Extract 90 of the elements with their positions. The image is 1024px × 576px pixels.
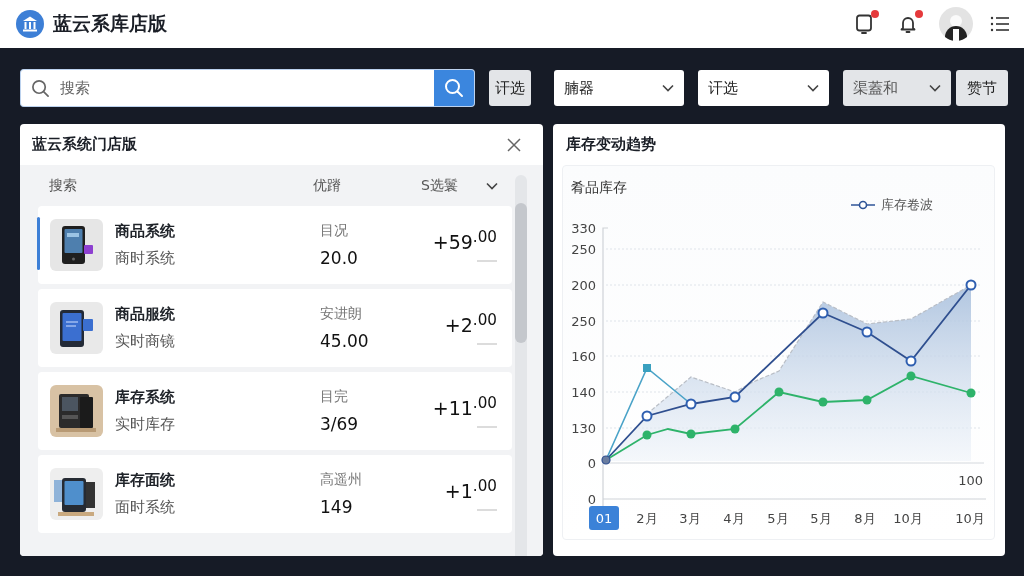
x-axis-label[interactable]: 4月 xyxy=(723,511,745,526)
y-axis-label: 140 xyxy=(571,385,596,400)
filter-button[interactable]: 赞节 xyxy=(956,70,1008,106)
y-axis-label: 200 xyxy=(571,278,596,293)
product-name: 库存系统 xyxy=(115,388,175,407)
filter-button[interactable]: 讦选 xyxy=(489,70,531,106)
close-button[interactable] xyxy=(507,137,521,152)
data-point xyxy=(966,388,976,398)
y-axis-label: 160 xyxy=(571,349,596,364)
data-point xyxy=(730,424,740,434)
tablet-icon[interactable] xyxy=(855,14,873,34)
status-label: 高遥州 xyxy=(320,471,362,489)
bell-icon[interactable] xyxy=(899,14,917,34)
tablet-drawing xyxy=(50,468,103,520)
quantity-value: 149 xyxy=(320,497,353,517)
column-header: 优蹐 xyxy=(313,177,341,195)
data-point xyxy=(906,371,916,381)
data-point xyxy=(601,455,611,465)
status-label: 目完 xyxy=(320,388,348,406)
chevron-down-icon xyxy=(662,84,674,92)
amount-value: +2$^{.00}$ xyxy=(444,311,497,337)
bank-icon xyxy=(16,10,44,38)
legend-label: 库存卷波 xyxy=(881,196,933,214)
x-axis-label[interactable]: 8月 xyxy=(854,511,876,526)
chart-subtitle: 肴品库存 xyxy=(571,178,627,197)
data-point xyxy=(862,395,872,405)
column-header: 搜索 xyxy=(49,177,77,195)
tablet-drawing xyxy=(50,219,103,271)
tablet-drawing xyxy=(50,302,103,354)
dropdown[interactable]: 讦选 xyxy=(698,70,829,106)
product-name: 商品系统 xyxy=(115,222,175,241)
data-point xyxy=(774,387,784,397)
amount-value: +11$^{.00}$ xyxy=(432,394,497,420)
chevron-down-icon xyxy=(929,84,941,92)
list-row[interactable]: 库存面统 面时系统 高遥州 149 +1$^{.00}$ xyxy=(38,455,512,533)
quantity-value: 45.00 xyxy=(320,331,369,351)
y-axis-label: 0 xyxy=(587,492,596,507)
x-axis-label[interactable]: 3月 xyxy=(679,511,701,526)
column-header: S选鬟 xyxy=(421,177,458,195)
data-point xyxy=(685,398,697,410)
x-axis-label[interactable]: 5月 xyxy=(810,511,832,526)
product-name: 商品服统 xyxy=(115,305,175,324)
dropdown[interactable]: 腩器 xyxy=(554,70,684,106)
x-axis-label[interactable]: 10月 xyxy=(893,511,923,526)
amount-value: +59$^{.00}$ xyxy=(432,228,497,254)
data-point xyxy=(818,397,828,407)
x-axis-label[interactable]: 5月 xyxy=(767,511,789,526)
data-point xyxy=(905,355,917,367)
y-axis-label: 330 xyxy=(571,221,596,236)
list-row[interactable]: 商品服统 实时商镜 安进朗 45.00 +2$^{.00}$ xyxy=(38,289,512,367)
quantity-value: 3/69 xyxy=(320,414,359,434)
data-point xyxy=(642,430,652,440)
scrollbar-thumb[interactable] xyxy=(515,203,527,343)
avatar-icon[interactable] xyxy=(939,7,973,41)
data-point xyxy=(686,429,696,439)
chevron-down-icon[interactable] xyxy=(486,182,498,190)
x-axis-label[interactable]: 2月 xyxy=(636,511,658,526)
data-point xyxy=(729,391,741,403)
x-axis-label[interactable]: 10月 xyxy=(955,511,985,526)
product-subtitle: 实时商镜 xyxy=(115,332,175,351)
list-row[interactable]: 商品系统 商时系统 目况 20.0 +59$^{.00}$ xyxy=(38,206,512,284)
menu-icon[interactable] xyxy=(990,16,1010,32)
y-axis-label: 0 xyxy=(587,456,596,471)
data-point xyxy=(641,410,653,422)
scrollbar[interactable] xyxy=(515,175,527,556)
y-axis-label: 250 xyxy=(571,314,596,329)
product-name: 库存面统 xyxy=(115,471,175,490)
x-axis-label[interactable]: 01 xyxy=(589,506,619,530)
y-axis-label: 130 xyxy=(571,421,596,436)
product-subtitle: 商时系统 xyxy=(115,249,175,268)
product-subtitle: 面时系统 xyxy=(115,498,175,517)
chevron-down-icon xyxy=(807,84,819,92)
data-point xyxy=(861,326,873,338)
value-label: 100 xyxy=(958,473,983,488)
app-title: 蓝云系库店版 xyxy=(53,11,167,36)
panel-title: 蓝云系统门店版 xyxy=(32,135,137,154)
status-label: 目况 xyxy=(320,222,348,240)
panel-title: 库存变动趋势 xyxy=(566,135,656,154)
cabinet-drawing xyxy=(50,385,103,437)
data-point xyxy=(817,307,829,319)
y-axis-label: 250 xyxy=(571,242,596,257)
close-icon xyxy=(507,137,521,152)
data-point xyxy=(965,279,977,291)
legend-marker-icon xyxy=(850,200,876,210)
list-row[interactable]: 库存系统 实时库存 目完 3/69 +11$^{.00}$ xyxy=(38,372,512,450)
amount-value: +1$^{.00}$ xyxy=(444,477,497,503)
product-subtitle: 实时库存 xyxy=(115,415,175,434)
status-label: 安进朗 xyxy=(320,305,362,323)
quantity-value: 20.0 xyxy=(320,248,358,268)
data-point xyxy=(643,364,651,372)
